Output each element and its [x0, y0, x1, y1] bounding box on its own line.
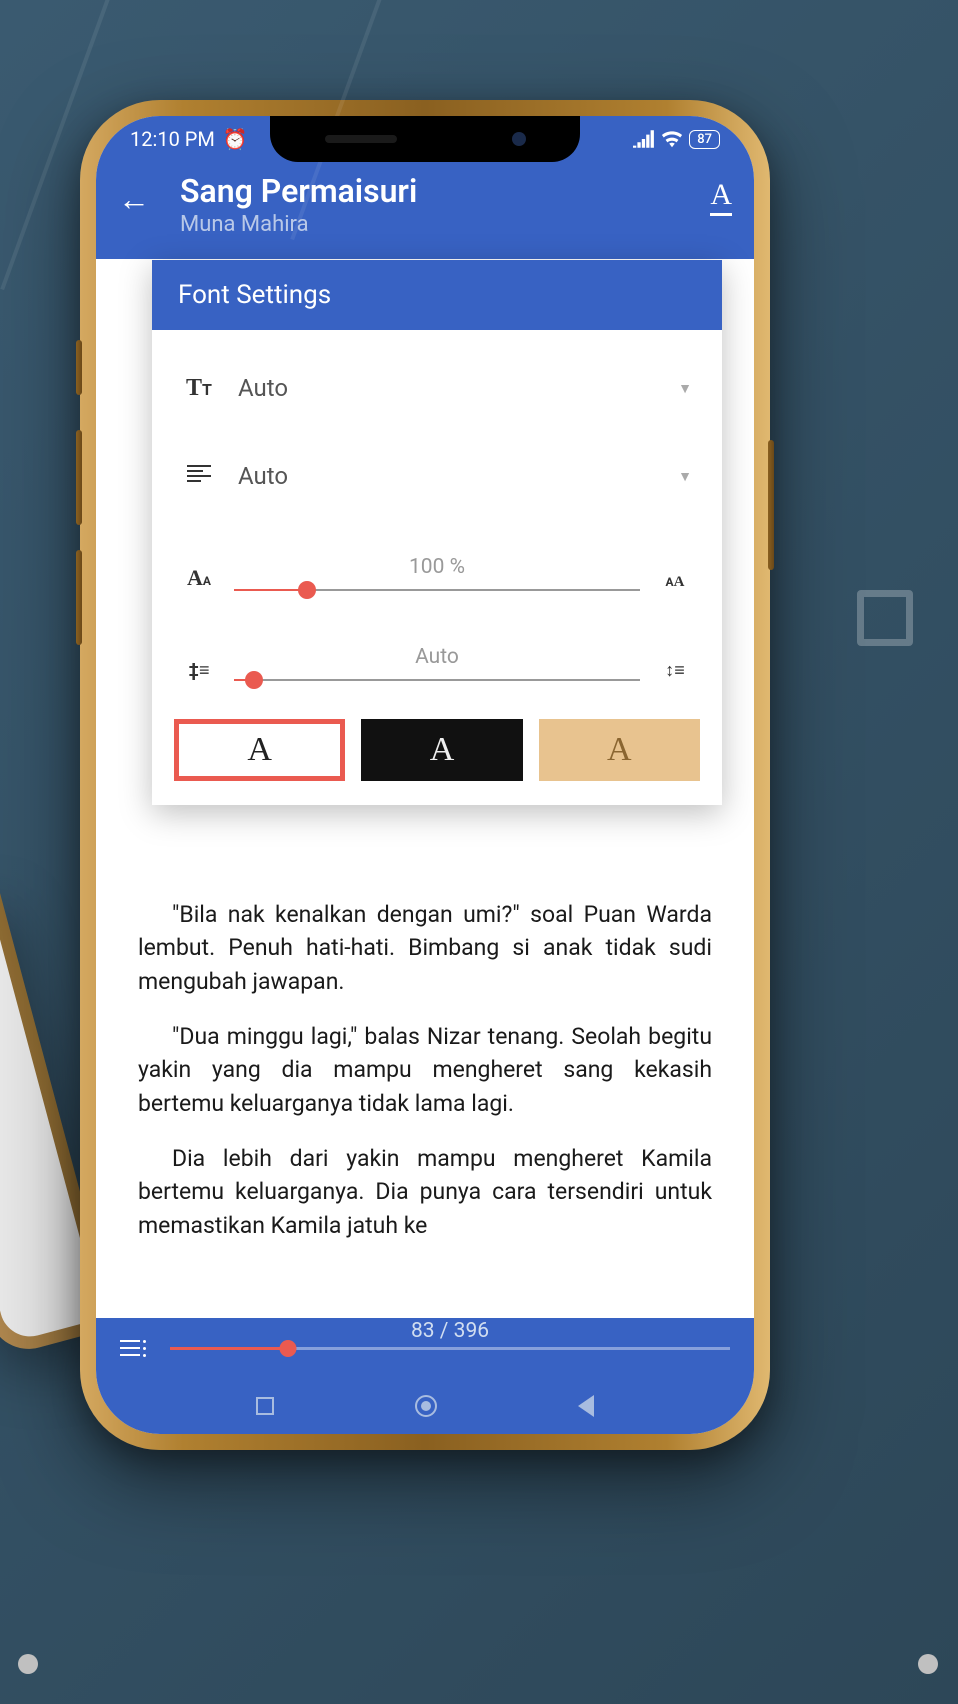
- font-settings-panel: Font Settings TT Auto ▼ Auto ▼ AA 100 %: [152, 260, 722, 805]
- paragraph: "Dua minggu lagi," balas Nizar tenang. S…: [138, 1020, 712, 1120]
- app-bar: ← Sang Permaisuri Muna Mahira A: [96, 162, 754, 259]
- theme-sepia[interactable]: A: [539, 719, 700, 781]
- wifi-icon: [661, 130, 683, 148]
- line-spacing-increase-icon: ↕≡: [658, 660, 692, 681]
- align-left-icon: [182, 462, 216, 491]
- font-family-dropdown[interactable]: TT Auto ▼: [174, 358, 700, 418]
- chevron-down-icon: ▼: [678, 468, 692, 485]
- nav-back-button[interactable]: [578, 1395, 594, 1417]
- page-progress-slider[interactable]: 83 / 396: [170, 1347, 730, 1350]
- android-nav-bar: [96, 1378, 754, 1434]
- nav-home-button[interactable]: [415, 1395, 437, 1417]
- carousel-dot: [918, 1654, 938, 1674]
- book-title: Sang Permaisuri: [180, 172, 680, 210]
- alarm-icon: ⏰: [223, 127, 248, 151]
- status-time: 12:10 PM: [130, 127, 215, 151]
- carousel-dot: [18, 1654, 38, 1674]
- phone-side-button: [76, 340, 82, 395]
- font-family-icon: TT: [182, 375, 216, 402]
- font-size-slider-row: AA 100 % AA: [174, 543, 700, 615]
- font-size-small-icon: AA: [182, 565, 216, 591]
- font-size-slider[interactable]: [234, 589, 640, 591]
- paragraph: Dia lebih dari yakin mampu mengheret Kam…: [138, 1142, 712, 1242]
- theme-dark[interactable]: A: [361, 719, 522, 781]
- battery-indicator: 87: [689, 130, 720, 149]
- phone-volume-down: [76, 550, 82, 645]
- line-spacing-decrease-icon: ‡≡: [182, 660, 216, 681]
- screen: 12:10 PM ⏰ 87 ← Sang Permaisuri Muna Mah…: [96, 116, 754, 1434]
- back-button[interactable]: ←: [118, 180, 150, 218]
- theme-light[interactable]: A: [174, 719, 345, 781]
- book-author: Muna Mahira: [180, 212, 680, 237]
- paragraph: "Bila nak kenalkan dengan umi?" soal Pua…: [138, 898, 712, 998]
- phone-notch: [270, 116, 580, 162]
- page-indicator: 83 / 396: [411, 1319, 489, 1343]
- phone-frame: 12:10 PM ⏰ 87 ← Sang Permaisuri Muna Mah…: [80, 100, 770, 1450]
- phone-volume-up: [76, 430, 82, 525]
- nav-recent-button[interactable]: [256, 1397, 274, 1415]
- phone-power-button: [768, 440, 774, 570]
- overlay-square-icon: [857, 590, 913, 646]
- alignment-value: Auto: [238, 462, 656, 490]
- line-spacing-slider-row: ‡≡ Auto ↕≡: [174, 633, 700, 705]
- font-settings-button[interactable]: A: [710, 178, 732, 216]
- reader-bottom-bar: 83 / 396: [96, 1318, 754, 1378]
- signal-icon: [633, 130, 655, 148]
- font-size-label: 100 %: [234, 555, 640, 579]
- line-spacing-slider[interactable]: [234, 679, 640, 681]
- font-family-value: Auto: [238, 374, 656, 402]
- theme-selector: A A A: [174, 705, 700, 781]
- table-of-contents-button[interactable]: [120, 1340, 146, 1357]
- chevron-down-icon: ▼: [678, 380, 692, 397]
- alignment-dropdown[interactable]: Auto ▼: [174, 446, 700, 507]
- line-spacing-label: Auto: [234, 645, 640, 669]
- font-size-large-icon: AA: [658, 574, 692, 591]
- panel-heading: Font Settings: [152, 260, 722, 330]
